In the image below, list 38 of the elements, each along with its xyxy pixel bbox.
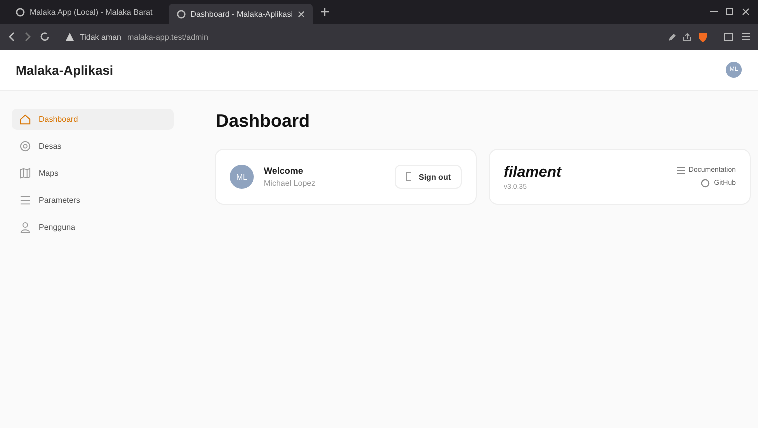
circle-icon — [20, 141, 31, 152]
page-icon — [176, 10, 186, 18]
page-icon — [16, 8, 25, 16]
sidebar-item[interactable]: Maps — [12, 163, 174, 184]
page-title: Dashboard — [216, 111, 312, 132]
url-text: malaka-app.test/admin — [128, 32, 208, 42]
list-icon — [676, 166, 685, 174]
new-tab-icon[interactable] — [321, 8, 329, 16]
bookmark-icon[interactable] — [724, 32, 734, 42]
security-label: Tidak aman — [80, 32, 122, 42]
welcome-text: Welcome — [264, 166, 304, 176]
close-icon[interactable] — [742, 8, 750, 16]
close-icon[interactable] — [298, 10, 305, 18]
home-icon — [20, 114, 31, 125]
app-title: Malaka-Aplikasi — [16, 62, 115, 78]
map-icon — [20, 168, 31, 179]
menu-icon[interactable] — [742, 33, 750, 41]
door-icon — [406, 172, 414, 182]
back-icon[interactable] — [8, 32, 16, 42]
sidebar-item[interactable]: Desas — [12, 136, 174, 157]
sidebar-item[interactable]: Parameters — [12, 190, 174, 211]
reload-icon[interactable] — [40, 32, 50, 42]
browser-tab[interactable]: Dashboard - Malaka-Aplikasi — [168, 4, 313, 24]
warning-icon — [66, 33, 74, 41]
user-avatar: ML — [230, 165, 254, 189]
share-icon[interactable] — [683, 32, 692, 42]
sign-out-button[interactable]: Sign out — [395, 165, 462, 189]
circle-icon — [701, 178, 710, 188]
user-name: Michael Lopez — [264, 179, 316, 188]
browser-tab[interactable]: Malaka App (Local) - Malaka Barat — [8, 2, 161, 22]
forward-icon[interactable] — [24, 32, 32, 42]
shield-icon[interactable] — [698, 32, 708, 42]
user-icon — [20, 222, 31, 233]
sidebar-item[interactable]: Pengguna — [12, 217, 174, 238]
sliders-icon — [20, 195, 31, 206]
filament-logo: filament — [504, 164, 562, 180]
pencil-icon[interactable] — [668, 32, 677, 42]
maximize-icon[interactable] — [726, 8, 734, 16]
